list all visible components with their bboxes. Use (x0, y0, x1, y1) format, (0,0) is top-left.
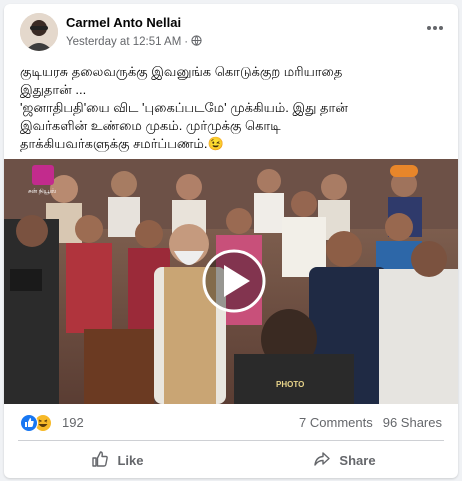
post-meta: Yesterday at 12:51 AM · (66, 35, 202, 49)
ellipsis-icon[interactable] (426, 18, 444, 35)
share-button[interactable]: Share (231, 442, 458, 478)
post-text-line: குடியரசு தலைவருக்கு இவனுங்க கொடுக்குற மர… (20, 64, 343, 79)
divider (18, 440, 444, 441)
post-text: குடியரசு தலைவருக்கு இவனுங்க கொடுக்குற மர… (20, 63, 450, 153)
post-text-line: இதுதான் ... (20, 82, 87, 97)
post-timestamp[interactable]: Yesterday at 12:51 AM (66, 36, 181, 48)
post-card: Carmel Anto Nellai Yesterday at 12:51 AM… (4, 4, 458, 478)
thumbs-up-icon (91, 450, 109, 471)
share-icon (313, 450, 331, 471)
press-badge-text: PHOTO (276, 380, 304, 389)
post-text-line: இவர்களின் உண்மை முகம். முர்முக்கு கொடி (20, 118, 281, 133)
globe-icon (191, 35, 202, 49)
channel-logo-text: சன் நியூஸ் (28, 189, 57, 195)
comments-count[interactable]: 7 Comments (299, 415, 373, 430)
engagement-counts: 7 Comments 96 Shares (299, 415, 442, 430)
post-header: Carmel Anto Nellai Yesterday at 12:51 AM… (4, 4, 458, 54)
post-text-line: 'ஜனாதிபதி'யை விட 'புகைப்படமே' முக்கியம்.… (20, 100, 348, 115)
author-avatar[interactable] (20, 13, 58, 51)
video-player[interactable]: சன் நியூஸ் PHOTO (4, 159, 458, 404)
play-icon[interactable] (202, 249, 266, 313)
action-bar: Like Share (4, 442, 458, 478)
shares-count[interactable]: 96 Shares (383, 415, 442, 430)
like-label: Like (117, 452, 144, 468)
post-stats: 192 7 Comments 96 Shares (4, 404, 458, 440)
channel-logo (32, 165, 54, 185)
author-name[interactable]: Carmel Anto Nellai (66, 15, 181, 30)
share-label: Share (339, 452, 376, 468)
like-button[interactable]: Like (4, 442, 231, 478)
reaction-count[interactable]: 192 (62, 415, 84, 430)
like-icon (20, 414, 38, 432)
meta-separator: · (184, 36, 189, 48)
video-frame: சன் நியூஸ் PHOTO (4, 159, 458, 404)
post-text-line: தாக்கியவர்களுக்கு சமர்ப்பணம்.😉 (20, 136, 224, 151)
reaction-icons[interactable] (20, 414, 52, 432)
